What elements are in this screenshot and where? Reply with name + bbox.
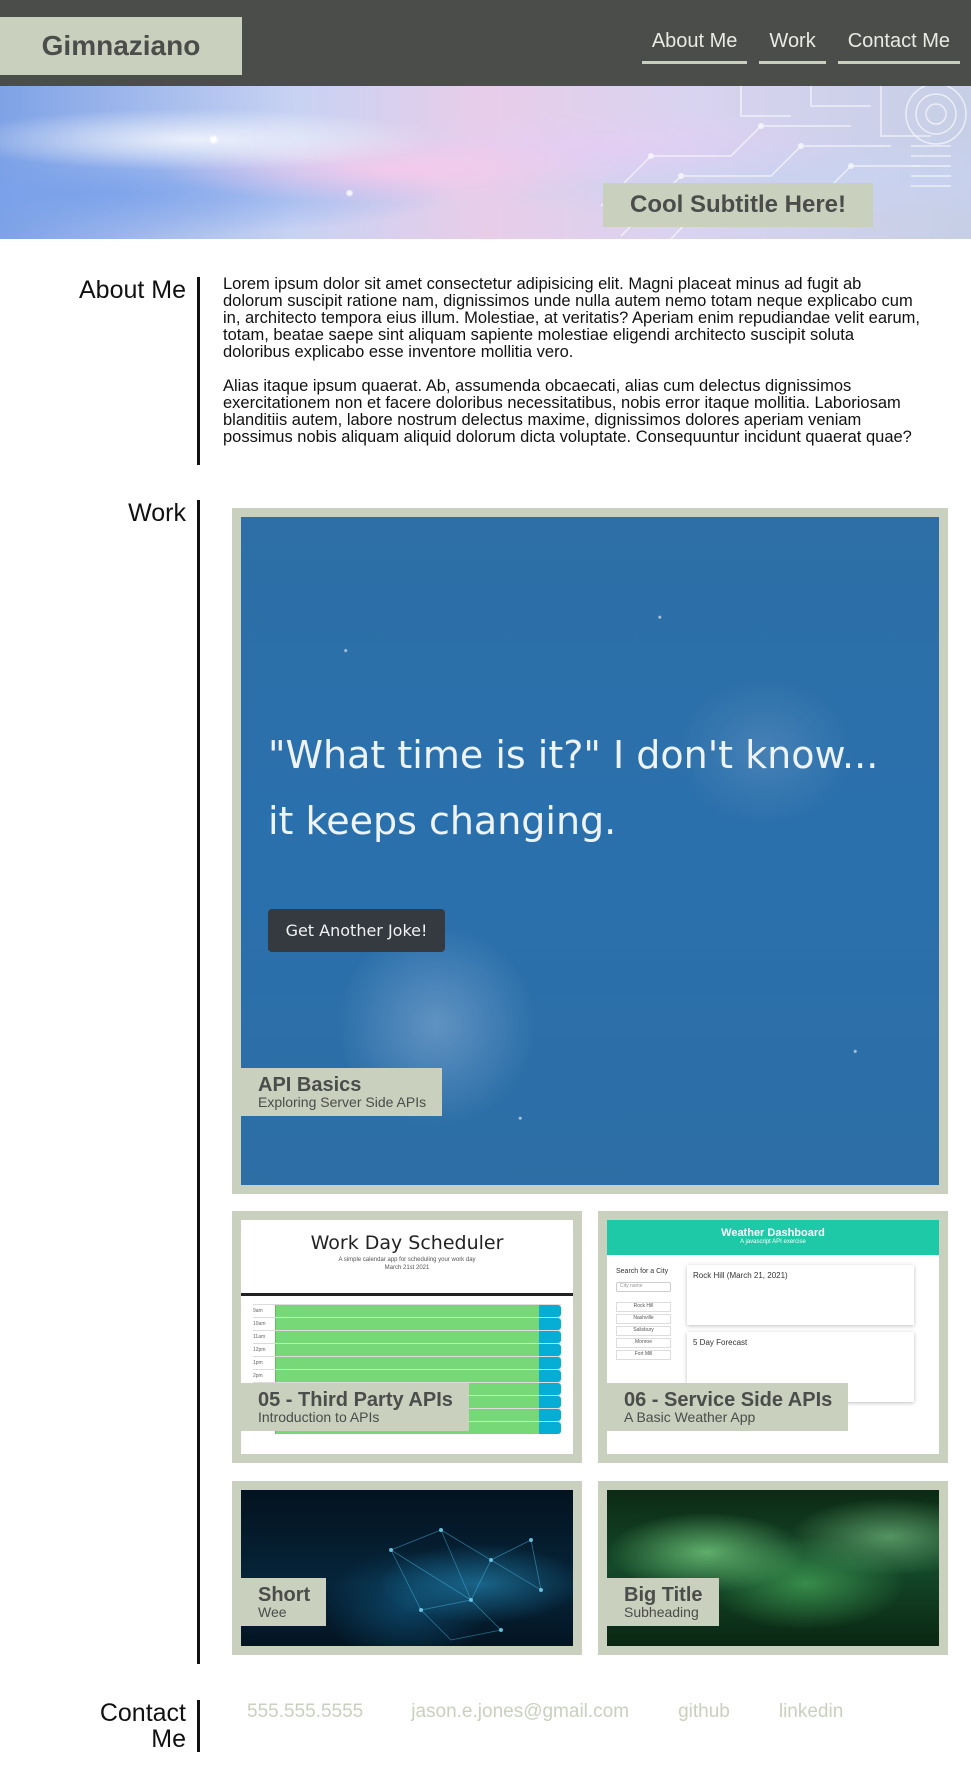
project-screenshot: "What time is it?" I don't know... it ke… <box>241 517 939 1185</box>
time-block-input <box>275 1344 539 1356</box>
nav-link-contact[interactable]: Contact Me <box>837 26 960 64</box>
hour-label: 2pm <box>253 1373 263 1379</box>
top-navbar: Gimnaziano About Me Work Contact Me <box>0 0 971 86</box>
email-link[interactable]: jason.e.jones@gmail.com <box>411 1701 629 1723</box>
main-nav: About Me Work Contact Me <box>641 26 960 64</box>
hour-label: 9am <box>253 1308 263 1314</box>
project-screenshot: Big Title Subheading <box>607 1490 939 1646</box>
project-subtitle: Wee <box>258 1604 287 1620</box>
project-label: 06 - Service Side APIs A Basic Weather A… <box>607 1383 849 1431</box>
city-history-item: Nashville <box>616 1314 671 1324</box>
time-block: 9am <box>253 1304 561 1317</box>
about-section-title: About Me <box>78 276 186 304</box>
save-icon <box>539 1344 561 1356</box>
github-link[interactable]: github <box>678 1701 730 1723</box>
city-history-item: Fort Mill <box>616 1350 671 1360</box>
project-label: Big Title Subheading <box>607 1578 719 1626</box>
about-paragraph: Alias itaque ipsum quaerat. Ab, assumend… <box>223 377 912 446</box>
project-subtitle: Subheading <box>624 1604 699 1620</box>
project-title: 06 - Service Side APIs <box>624 1389 833 1411</box>
joke-line: it keeps changing. <box>268 799 617 843</box>
hero-subtitle: Cool Subtitle Here! <box>603 183 873 227</box>
project-screenshot: Short Wee <box>241 1490 573 1646</box>
time-block: 1pm <box>253 1356 561 1369</box>
time-block-input <box>275 1305 539 1317</box>
current-weather-panel: Rock Hill (March 21, 2021) <box>687 1265 914 1325</box>
save-icon <box>539 1383 561 1395</box>
linkedin-link[interactable]: linkedin <box>779 1701 843 1723</box>
about-paragraph: Lorem ipsum dolor sit amet consectetur a… <box>223 275 920 361</box>
time-block-input <box>275 1370 539 1382</box>
joke-text: "What time is it?" I don't know... it ke… <box>268 722 888 854</box>
project-label: Short Wee <box>241 1578 327 1626</box>
save-icon <box>539 1396 561 1408</box>
contact-section-title: Contact Me <box>40 1700 186 1752</box>
hour-label: 11am <box>253 1334 266 1340</box>
nav-link-work[interactable]: Work <box>759 26 826 64</box>
work-divider <box>197 500 200 1664</box>
time-block-input <box>275 1357 539 1369</box>
about-text: Lorem ipsum dolor sit amet consectetur a… <box>223 276 923 463</box>
scheduler-divider <box>241 1293 573 1296</box>
project-card-service-side-apis[interactable]: Weather Dashboard A javascript API exerc… <box>598 1211 948 1463</box>
time-block-input <box>275 1331 539 1343</box>
project-subtitle: Exploring Server Side APIs <box>258 1094 427 1110</box>
project-card-third-party-apis[interactable]: Work Day Scheduler A simple calendar app… <box>232 1211 582 1463</box>
time-block: 12pm <box>253 1343 561 1356</box>
site-brand[interactable]: Gimnaziano <box>0 17 242 75</box>
joke-line: "What time is it?" I don't know... <box>268 733 879 777</box>
get-joke-button[interactable]: Get Another Joke! <box>268 909 445 952</box>
city-history-item: Salisbury <box>616 1326 671 1336</box>
weather-sidebar: Search for a City City name Rock Hill Na… <box>616 1268 671 1360</box>
contact-divider <box>197 1700 200 1752</box>
contact-links: 555.555.5555 jason.e.jones@gmail.com git… <box>247 1701 843 1723</box>
project-title: 05 - Third Party APIs <box>258 1389 453 1411</box>
forecast-label: 5 Day Forecast <box>693 1338 748 1347</box>
project-screenshot: Work Day Scheduler A simple calendar app… <box>241 1220 573 1454</box>
nav-link-about[interactable]: About Me <box>641 26 748 64</box>
time-block: 2pm <box>253 1369 561 1382</box>
save-icon <box>539 1357 561 1369</box>
time-block: 11am <box>253 1330 561 1343</box>
work-section-title: Work <box>128 499 186 527</box>
save-icon <box>539 1318 561 1330</box>
project-screenshot: Weather Dashboard A javascript API exerc… <box>607 1220 939 1454</box>
time-block: 10am <box>253 1317 561 1330</box>
project-subtitle: Introduction to APIs <box>258 1409 380 1425</box>
hour-label: 1pm <box>253 1360 263 1366</box>
project-title: Big Title <box>624 1584 703 1606</box>
contact-title-line: Me <box>151 1725 186 1753</box>
time-block-input <box>275 1318 539 1330</box>
save-icon <box>539 1331 561 1343</box>
city-history-item: Rock Hill <box>616 1302 671 1312</box>
scheduler-date: March 21st 2021 <box>384 1265 430 1271</box>
current-city: Rock Hill (March 21, 2021) <box>693 1271 788 1280</box>
weather-heading: Weather Dashboard <box>721 1227 825 1239</box>
save-icon <box>539 1422 561 1434</box>
save-icon <box>539 1370 561 1382</box>
scheduler-tagline-text: A simple calendar app for scheduling you… <box>338 1257 476 1263</box>
hour-label: 12pm <box>253 1347 266 1353</box>
about-divider <box>197 277 200 465</box>
save-icon <box>539 1305 561 1317</box>
project-title: Short <box>258 1584 311 1606</box>
city-history-item: Monroe <box>616 1338 671 1348</box>
weather-header: Weather Dashboard A javascript API exerc… <box>607 1220 939 1255</box>
save-icon <box>539 1409 561 1421</box>
contact-title-line: Contact <box>99 1699 186 1727</box>
project-subtitle: A Basic Weather App <box>624 1409 756 1425</box>
city-search-input: City name <box>616 1282 671 1292</box>
phone-link[interactable]: 555.555.5555 <box>247 1701 363 1723</box>
project-title: API Basics <box>258 1074 362 1096</box>
scheduler-tagline: A simple calendar app for scheduling you… <box>241 1256 573 1272</box>
project-label: API Basics Exploring Server Side APIs <box>241 1068 443 1116</box>
project-card-big-title[interactable]: Big Title Subheading <box>598 1481 948 1655</box>
weather-tagline: A javascript API exercise <box>740 1239 806 1245</box>
hour-label: 10am <box>253 1321 266 1327</box>
scheduler-heading: Work Day Scheduler <box>310 1232 504 1254</box>
project-card-short[interactable]: Short Wee <box>232 1481 582 1655</box>
project-label: 05 - Third Party APIs Introduction to AP… <box>241 1383 469 1431</box>
project-card-api-basics[interactable]: "What time is it?" I don't know... it ke… <box>232 508 948 1194</box>
search-label: Search for a City <box>616 1268 669 1275</box>
